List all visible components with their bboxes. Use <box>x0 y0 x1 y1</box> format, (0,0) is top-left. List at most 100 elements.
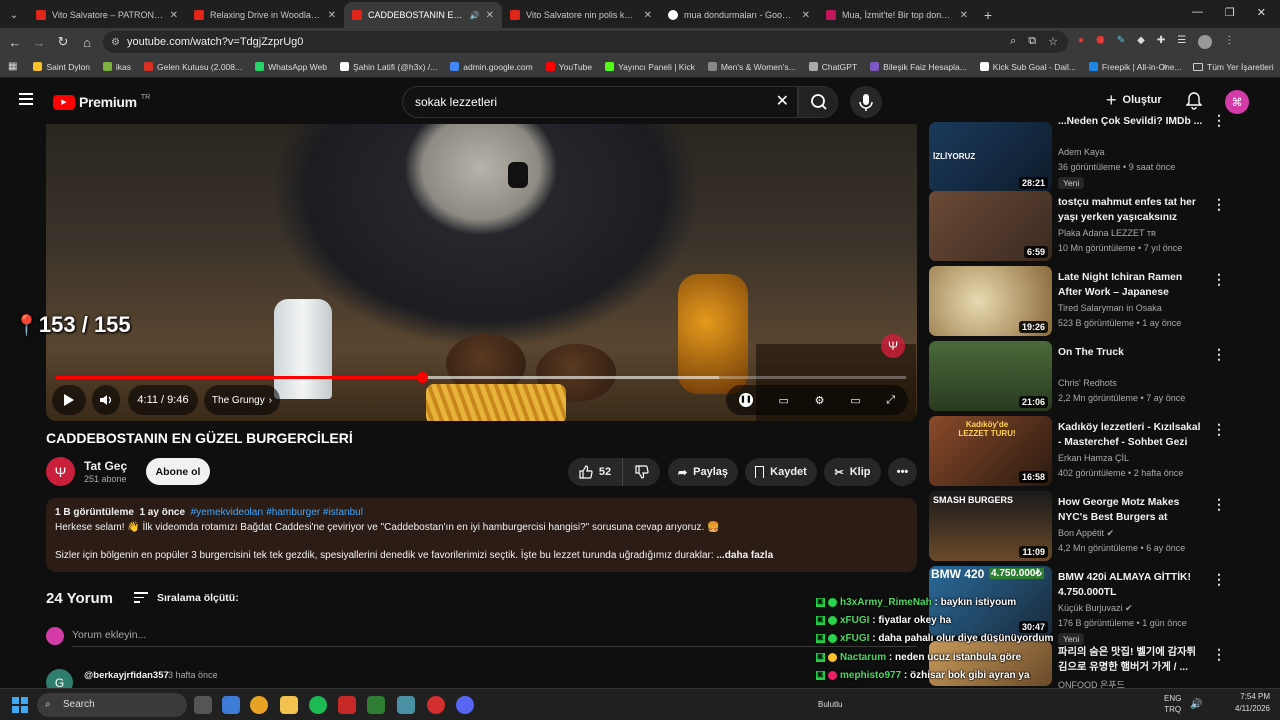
related-video[interactable]: 6:59 tostçu mahmut enfes tat her yaşı yer… <box>929 191 1229 263</box>
related-video-channel[interactable]: Küçük Burjuvazi ✔ <box>1058 603 1133 614</box>
bookmark-item[interactable]: Kick Sub Goal - Dail... <box>979 62 1076 72</box>
obs-icon[interactable] <box>427 696 445 714</box>
youtube-logo[interactable]: ▶ Premium TR <box>53 94 150 110</box>
browser-tab[interactable]: CADDEBOSTANIN EN GÜZE 🔊 ✕ <box>344 2 502 28</box>
windows-start-icon[interactable] <box>12 697 28 713</box>
close-tab-icon[interactable]: ✕ <box>328 10 336 21</box>
more-vertical-icon[interactable]: ⋮ <box>1212 271 1226 288</box>
more-vertical-icon[interactable]: ⋮ <box>1212 346 1226 363</box>
settings-gear-icon[interactable]: ⚙ <box>815 394 825 407</box>
related-video[interactable]: 21:06 On The Truck Chris' Redhots 2,2 Mn gö… <box>929 341 1229 413</box>
extension-red-icon[interactable]: ● <box>1078 35 1084 49</box>
share-button[interactable]: ➦ Paylaş <box>668 458 738 486</box>
tab-audio-icon[interactable]: 🔊 <box>470 11 480 20</box>
video-thumbnail[interactable]: 6:59 <box>929 191 1052 261</box>
channel-avatar[interactable]: Ψ <box>46 457 75 486</box>
browser-tab[interactable]: Vito Salvatore – PATRONUN GE ✕ <box>28 2 186 28</box>
sort-icon[interactable] <box>134 592 148 603</box>
show-more-link[interactable]: ...daha fazla <box>716 550 773 561</box>
progress-bar[interactable] <box>56 372 906 383</box>
tab-search-icon[interactable]: ⌄ <box>0 2 28 28</box>
related-video[interactable]: 28:21 İZLİYORUZ ...Neden Çok Sevildi? IMDb… <box>929 112 1229 192</box>
bookmark-item[interactable]: Men's & Women's... <box>707 62 796 72</box>
maximize-icon[interactable]: ❐ <box>1225 6 1235 19</box>
related-video[interactable]: 16:58 Kadıköy'de LEZZET TURU! Kadıköy lezz… <box>929 416 1229 488</box>
related-video-channel[interactable]: Erkan Hamza ÇİL <box>1058 453 1129 463</box>
extensions-puzzle-icon[interactable]: ✚ <box>1157 35 1165 49</box>
hamburger-menu-icon[interactable] <box>19 93 33 105</box>
more-vertical-icon[interactable]: ⋮ <box>1212 646 1226 663</box>
related-video-channel[interactable]: Bon Appétit ✔ <box>1058 528 1114 539</box>
video-thumbnail[interactable]: 21:06 <box>929 341 1052 411</box>
video-thumbnail[interactable]: 16:58 Kadıköy'de LEZZET TURU! <box>929 416 1052 486</box>
zoom-icon[interactable]: ⌕ <box>1010 35 1016 48</box>
close-tab-icon[interactable]: ✕ <box>960 10 968 21</box>
new-tab-button[interactable]: + <box>976 2 1000 28</box>
discord-icon[interactable] <box>456 696 474 714</box>
clear-search-icon[interactable]: ✕ <box>776 87 789 117</box>
voice-search-button[interactable] <box>850 86 882 118</box>
bookmark-item[interactable]: YouTube <box>545 62 592 72</box>
browser-tab[interactable]: Vito Salvatore nin polis kaçırma ✕ <box>502 2 660 28</box>
bookmark-item[interactable]: Gelen Kutusu (2.008... <box>144 62 242 72</box>
forward-icon[interactable]: → <box>27 35 51 50</box>
chapter-button[interactable]: The Grungy › <box>204 385 280 415</box>
close-tab-icon[interactable]: ✕ <box>644 10 652 21</box>
close-window-icon[interactable]: ✕ <box>1257 6 1266 19</box>
bookmark-item[interactable]: Yayıncı Paneli | Kick <box>605 62 695 72</box>
minimize-icon[interactable]: — <box>1192 6 1203 19</box>
bookmark-item[interactable]: WhatsApp Web <box>255 62 327 72</box>
chrome-icon[interactable] <box>250 696 268 714</box>
spotify-icon[interactable] <box>309 696 327 714</box>
video-thumbnail[interactable]: 28:21 İZLİYORUZ <box>929 122 1052 192</box>
apps-grid-icon[interactable]: ▦ <box>8 61 17 72</box>
related-video[interactable]: 19:26 Late Night Ichiran Ramen After Work… <box>929 266 1229 338</box>
search-input[interactable]: sokak lezzetleri ✕ <box>402 86 798 118</box>
related-video-channel[interactable]: Plaka Adana LEZZET ᴛʀ <box>1058 228 1156 238</box>
volume-button[interactable] <box>92 385 120 415</box>
browser-tab[interactable]: Relaxing Drive in Woodland Hi ✕ <box>186 2 344 28</box>
weather-label[interactable]: Bulutlu <box>818 700 842 709</box>
clip-button[interactable]: ✂ Klip <box>824 458 881 486</box>
bookmark-item[interactable]: Şahin Latifi (@h3x) /... <box>340 62 437 72</box>
bookmark-item[interactable]: admin.google.com <box>450 62 533 72</box>
reload-icon[interactable]: ↻ <box>51 34 75 50</box>
app-icon-1[interactable] <box>397 696 415 714</box>
browser-tab[interactable]: mua dondurmaları - Google'da ✕ <box>660 2 818 28</box>
bookmark-item[interactable]: Bileşik Faiz Hesapla... <box>870 62 967 72</box>
taskbar-search[interactable]: ⌕ Search <box>37 693 187 717</box>
sort-button[interactable]: Sıralama ölçütü: <box>157 592 239 604</box>
xbox-icon[interactable] <box>367 696 385 714</box>
dislike-button[interactable] <box>622 458 660 486</box>
close-tab-icon[interactable]: ✕ <box>486 10 494 21</box>
browser-tab[interactable]: Mua, İzmit'te! Bir top dondurm ✕ <box>818 2 976 28</box>
subtitles-icon[interactable]: ▭ <box>779 394 789 407</box>
task-view-icon[interactable] <box>194 696 212 714</box>
save-button[interactable]: Kaydet <box>745 458 817 486</box>
file-explorer-icon[interactable] <box>280 696 298 714</box>
extension-grammar-icon[interactable]: ✎ <box>1117 35 1125 49</box>
related-video-title[interactable]: 파리의 숨은 맛집! 벨기에 감자튀김으로 유명한 햄버거 가게 / ... <box>1058 646 1204 675</box>
back-icon[interactable]: ← <box>3 35 27 50</box>
volume-tray-icon[interactable]: 🔊 <box>1190 699 1202 710</box>
fullscreen-icon[interactable]: ⤢ <box>886 394 895 407</box>
related-video[interactable]: 11:09 SMASH BURGERS How George Motz Makes … <box>929 491 1229 563</box>
related-video-title[interactable]: On The Truck <box>1058 346 1204 361</box>
hashtags[interactable]: #yemekvideoları #hamburger #istanbul <box>191 507 363 518</box>
more-vertical-icon[interactable]: ⋮ <box>1212 571 1226 588</box>
profile-avatar[interactable] <box>1198 35 1213 49</box>
description-box[interactable]: 1 B görüntüleme 1 ay önce #yemekvideolar… <box>46 498 917 572</box>
extension-shield-icon[interactable]: ⬣ <box>1096 35 1105 49</box>
related-video-channel[interactable]: Tired Salaryman in Osaka <box>1058 303 1162 313</box>
bookmarks-more-icon[interactable]: » <box>1162 61 1168 72</box>
autoplay-toggle-icon[interactable]: ❚❚ <box>738 393 753 407</box>
close-tab-icon[interactable]: ✕ <box>170 10 178 21</box>
more-vertical-icon[interactable]: ⋮ <box>1212 421 1226 438</box>
play-button[interactable] <box>52 385 86 415</box>
home-icon[interactable]: ⌂ <box>75 35 99 50</box>
channel-name[interactable]: Tat Geç <box>84 459 127 473</box>
close-tab-icon[interactable]: ✕ <box>802 10 810 21</box>
related-video-channel[interactable]: Chris' Redhots <box>1058 378 1117 388</box>
related-video-title[interactable]: Late Night Ichiran Ramen After Work – Ja… <box>1058 271 1204 301</box>
more-vertical-icon[interactable]: ⋮ <box>1212 196 1226 213</box>
